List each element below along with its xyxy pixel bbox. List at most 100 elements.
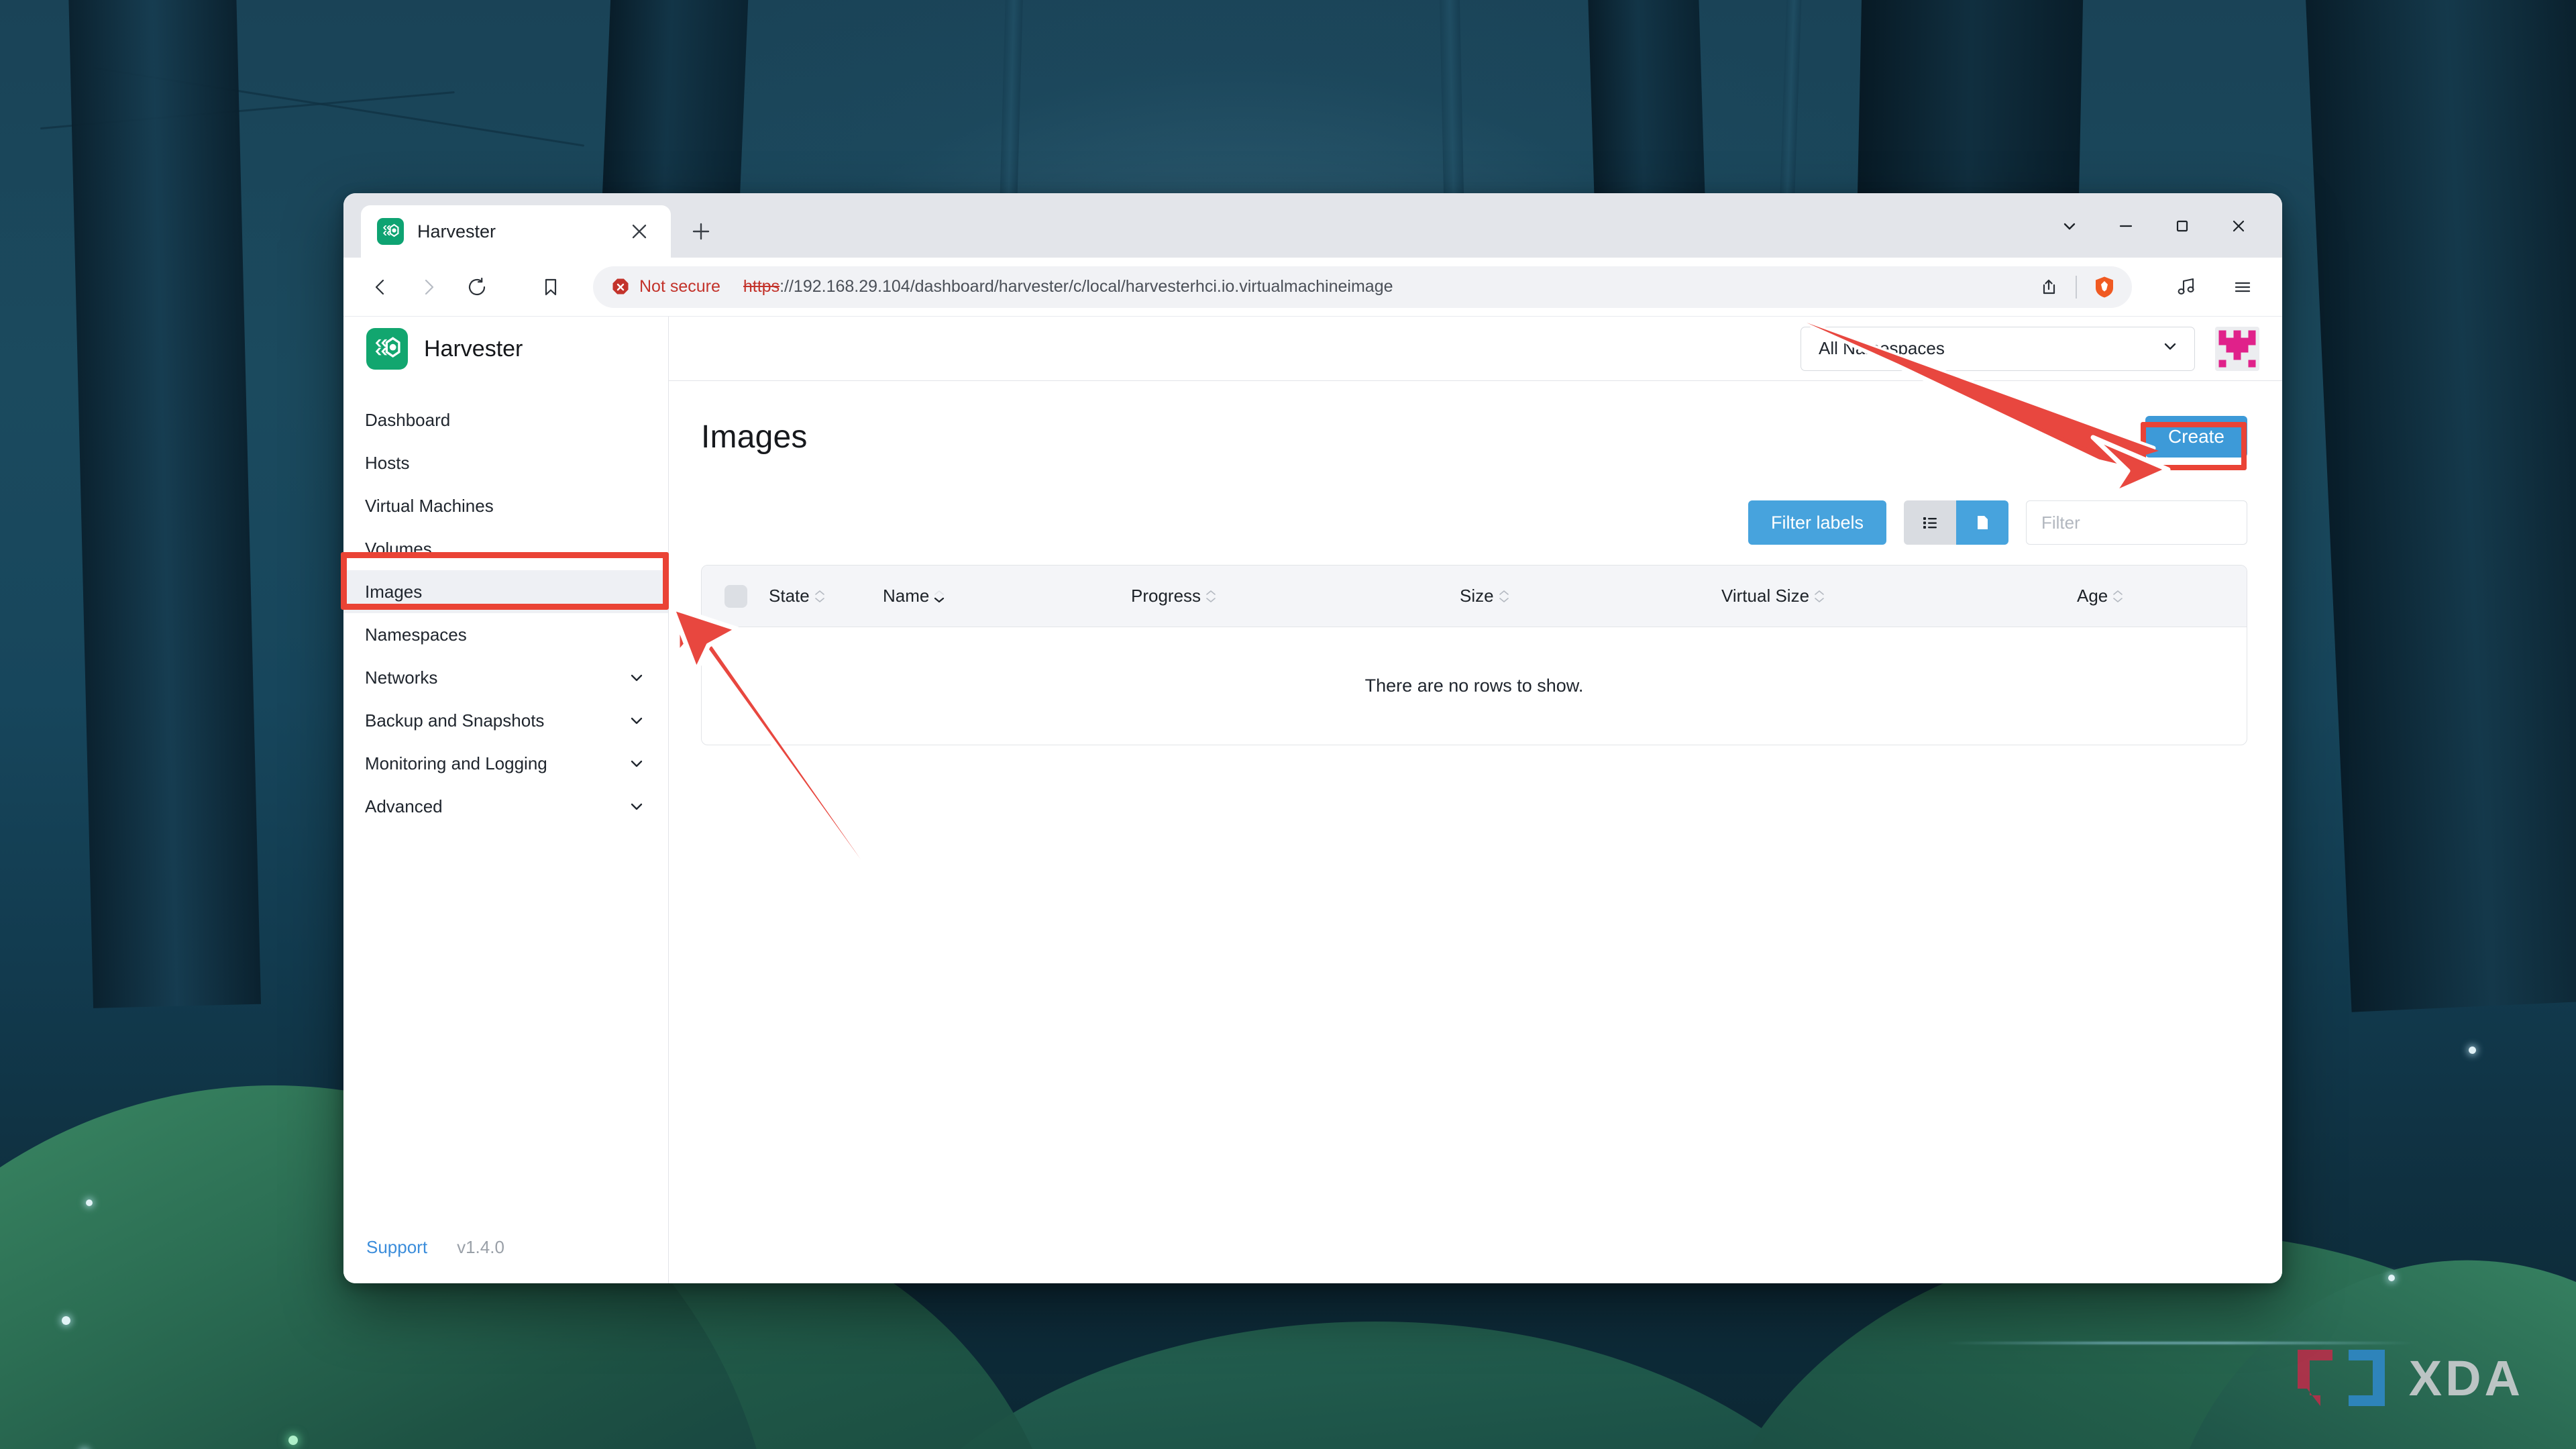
user-avatar[interactable]: [2215, 326, 2259, 371]
column-header-label: Age: [2077, 586, 2108, 606]
close-window-button[interactable]: [2212, 205, 2265, 247]
browser-tab-title: Harvester: [417, 221, 496, 241]
sort-icon: [1814, 590, 1825, 603]
column-header-label: Progress: [1131, 586, 1201, 606]
sidebar-item-monitoring-and-logging[interactable]: Monitoring and Logging: [343, 742, 668, 785]
xda-watermark-text: XDA: [2408, 1350, 2524, 1406]
maximize-button[interactable]: [2156, 205, 2208, 247]
security-status-label: Not secure: [639, 277, 720, 296]
empty-state-message: There are no rows to show.: [1364, 676, 1584, 696]
minimize-button[interactable]: [2100, 205, 2152, 247]
chevron-down-icon: [628, 712, 645, 729]
page-header: Images Create: [701, 416, 2247, 458]
column-header-label: Name: [883, 586, 930, 606]
view-toggle-group: [1904, 500, 2008, 545]
page-title: Images: [701, 419, 808, 455]
sidebar-footer: Support v1.4.0: [343, 1211, 668, 1283]
brave-shield-icon[interactable]: [2085, 268, 2124, 307]
wallpaper-sparkle: [288, 1436, 298, 1445]
window-controls: [2043, 205, 2265, 247]
browser-toolbar-right: [2164, 265, 2265, 309]
tab-search-button[interactable]: [2043, 205, 2096, 247]
list-view-button[interactable]: [1904, 500, 1956, 545]
wallpaper-water-streak: [1945, 1342, 2415, 1344]
harvester-app: Harvester Dashboard Hosts Virtual Machin…: [343, 317, 2282, 1283]
table-body: There are no rows to show.: [702, 627, 2247, 745]
forward-arrow-icon[interactable]: [407, 265, 451, 309]
new-tab-button[interactable]: [680, 211, 722, 252]
sidebar-item-label: Volumes: [365, 538, 432, 559]
filter-labels-button[interactable]: Filter labels: [1748, 500, 1886, 545]
sidebar-item-label: Virtual Machines: [365, 495, 494, 516]
wallpaper-sparkle: [2469, 1046, 2476, 1054]
table-header-row: State Name Progress Size Virtual Size Ag…: [702, 566, 2247, 627]
sidebar-item-advanced[interactable]: Advanced: [343, 785, 668, 828]
column-header-age[interactable]: Age: [2077, 586, 2123, 606]
select-all-checkbox[interactable]: [724, 584, 747, 608]
sidebar-item-hosts[interactable]: Hosts: [343, 441, 668, 484]
wallpaper-sparkle: [86, 1199, 93, 1206]
sidebar-item-label: Backup and Snapshots: [365, 710, 545, 731]
xda-watermark: XDA: [2291, 1346, 2524, 1410]
share-icon[interactable]: [2029, 268, 2068, 307]
sidebar-item-label: Images: [365, 581, 423, 602]
music-note-icon[interactable]: [2164, 265, 2208, 309]
back-arrow-icon[interactable]: [358, 265, 402, 309]
sidebar-item-dashboard[interactable]: Dashboard: [343, 398, 668, 441]
namespace-select-value: All Namespaces: [1819, 338, 1945, 358]
column-header-virtual-size[interactable]: Virtual Size: [1721, 586, 2077, 606]
sidebar-item-label: Monitoring and Logging: [365, 753, 547, 773]
url-scheme: https: [743, 277, 780, 296]
column-header-label: Size: [1460, 586, 1494, 606]
omnibox-actions: [2029, 268, 2124, 307]
column-header-progress[interactable]: Progress: [1131, 586, 1460, 606]
support-link[interactable]: Support: [366, 1237, 427, 1258]
chevron-down-icon: [2161, 337, 2180, 360]
browser-tab[interactable]: Harvester: [361, 205, 671, 258]
column-header-state[interactable]: State: [769, 586, 883, 606]
sidebar-item-label: Advanced: [365, 796, 443, 816]
column-header-name[interactable]: Name: [883, 586, 1131, 606]
column-header-label: State: [769, 586, 810, 606]
brand-row[interactable]: Harvester: [343, 317, 668, 381]
browser-window: Harvester Not secure https://192.168.29.…: [343, 193, 2282, 1283]
page-content: Images Create Filter labels Filter State…: [669, 381, 2282, 1283]
sidebar-item-virtual-machines[interactable]: Virtual Machines: [343, 484, 668, 527]
sidebar-item-networks[interactable]: Networks: [343, 656, 668, 699]
chevron-down-icon: [628, 755, 645, 772]
brand-name: Harvester: [424, 335, 523, 362]
sidebar-item-label: Networks: [365, 667, 438, 688]
wallpaper-tree: [67, 0, 262, 1008]
chevron-down-icon: [628, 798, 645, 815]
wallpaper-tree: [2304, 0, 2576, 1012]
sidebar-item-backup-and-snapshots[interactable]: Backup and Snapshots: [343, 699, 668, 742]
close-icon[interactable]: [625, 217, 653, 246]
address-bar[interactable]: Not secure https://192.168.29.104/dashbo…: [593, 266, 2132, 308]
namespace-select[interactable]: All Namespaces: [1801, 326, 2195, 371]
create-button[interactable]: Create: [2145, 416, 2247, 458]
bookmark-icon[interactable]: [529, 265, 573, 309]
browser-toolbar: Not secure https://192.168.29.104/dashbo…: [343, 258, 2282, 317]
browser-tab-strip: Harvester: [343, 193, 2282, 258]
sort-icon: [814, 590, 825, 603]
sidebar-item-label: Namespaces: [365, 624, 467, 645]
sidebar-item-images[interactable]: Images: [343, 570, 668, 613]
table-toolbar: Filter labels: [701, 500, 2247, 545]
filter-input[interactable]: [2026, 500, 2247, 545]
version-label: v1.4.0: [457, 1236, 504, 1257]
column-header-label: Virtual Size: [1721, 586, 1810, 606]
url-text: https://192.168.29.104/dashboard/harvest…: [743, 277, 2017, 297]
url-path: ://192.168.29.104/dashboard/harvester/c/…: [780, 277, 1393, 296]
main-content: All Namespaces Images Create Filter labe…: [669, 317, 2282, 1283]
group-view-button[interactable]: [1956, 500, 2008, 545]
sidebar-item-namespaces[interactable]: Namespaces: [343, 613, 668, 656]
app-topbar: All Namespaces: [669, 317, 2282, 381]
sidebar-item-volumes[interactable]: Volumes: [343, 527, 668, 570]
hamburger-menu-icon[interactable]: [2220, 265, 2265, 309]
reload-icon[interactable]: [455, 265, 499, 309]
sidebar-nav: Dashboard Hosts Virtual Machines Volumes…: [343, 381, 668, 1211]
images-table: State Name Progress Size Virtual Size Ag…: [701, 565, 2247, 745]
sort-icon: [1205, 590, 1216, 603]
security-status[interactable]: Not secure: [610, 277, 720, 297]
column-header-size[interactable]: Size: [1460, 586, 1721, 606]
